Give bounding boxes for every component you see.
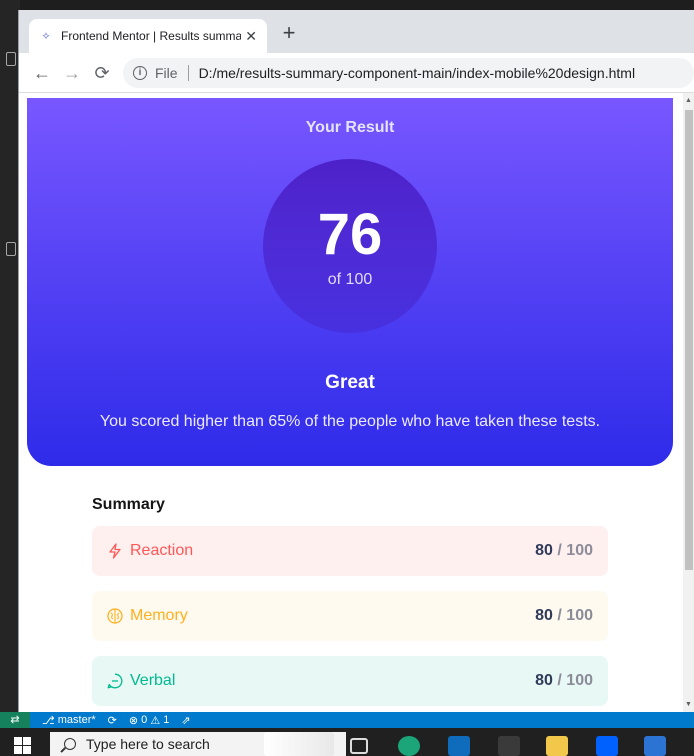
error-icon: ⊗ [128,714,142,727]
summary-label: Verbal [130,672,176,689]
result-description: You scored higher than 65% of the people… [99,413,601,430]
result-panel: Your Result 76 of 100 Great You scored h… [27,98,673,466]
divider [187,64,189,81]
summary-title: Summary [92,496,165,513]
extensions-icon[interactable] [6,242,16,256]
editor-activity-bar [0,0,20,712]
chat-icon [107,673,123,689]
summary-score: 80 / 100 [535,672,593,689]
edge-icon[interactable] [398,736,420,756]
windows-start-icon[interactable] [14,737,32,755]
summary-score: 80 / 100 [535,542,593,559]
live-share-icon[interactable]: ⇗ [181,714,190,727]
search-placeholder: Type here to search [86,736,210,752]
scroll-up-icon[interactable]: ▲ [685,97,692,104]
summary-label: Reaction [130,542,194,559]
url-text: D:/me/results-summary-component-main/ind… [198,64,636,81]
score-circle: 76 of 100 [263,159,437,333]
search-highlight-image [264,732,334,756]
file-explorer-icon[interactable] [546,736,568,756]
info-icon[interactable]: i [133,65,147,80]
summary-row-memory: Memory 80 / 100 [92,591,608,641]
branch-icon: ⎇ [42,714,58,727]
explorer-icon[interactable] [6,52,16,66]
tab-strip: ⟡ Frontend Mentor | Results summary comp… [19,10,694,53]
address-bar[interactable]: i File D:/me/results-summary-component-m… [123,57,694,88]
remote-icon[interactable]: ⇄ [0,712,30,728]
new-tab-button[interactable]: + [277,22,301,46]
lightning-icon [109,543,121,559]
tab-title: Frontend Mentor | Results summary compon… [61,29,241,43]
brain-icon [107,608,123,624]
dropbox-icon[interactable] [596,736,618,756]
browser-toolbar: ← → ⟳ i File D:/me/results-summary-compo… [19,53,694,93]
forward-button[interactable]: → [57,58,87,88]
scrollbar-thumb[interactable] [685,110,693,570]
problems-indicator[interactable]: ⊗ 0 ⚠ 1 [129,714,170,727]
task-view-icon[interactable] [350,738,368,754]
summary-label: Memory [130,607,188,624]
page-viewport: Your Result 76 of 100 Great You scored h… [19,93,684,712]
warning-icon: ⚠ [147,714,164,727]
summary-row-reaction: Reaction 80 / 100 [92,526,608,576]
browser-window: ⟡ Frontend Mentor | Results summary comp… [18,10,694,712]
scrollbar[interactable]: ▲ ▼ [683,93,694,712]
warning-count: 1 [163,714,170,726]
browser-tab[interactable]: ⟡ Frontend Mentor | Results summary comp… [29,19,267,53]
branch-name: master* [57,714,96,726]
summary-row-verbal: Verbal 80 / 100 [92,656,608,706]
store-icon[interactable] [644,736,666,756]
score-of: of 100 [327,271,373,288]
mail-icon[interactable] [448,736,470,756]
score-value: 76 [317,202,383,267]
result-title: Your Result [305,119,395,136]
sync-icon[interactable]: ⟳ [108,714,117,727]
taskbar: Type here to search [0,728,694,756]
favicon-icon: ⟡ [42,30,50,42]
app-icon[interactable] [498,736,520,756]
scroll-down-icon[interactable]: ▼ [685,701,692,708]
branch-indicator[interactable]: ⎇ master* [42,714,96,727]
file-label: File [155,64,178,81]
grade-label: Great [325,372,375,393]
close-tab-icon[interactable]: ✕ [245,28,257,45]
status-bar: ⇄ ⎇ master* ⟳ ⊗ 0 ⚠ 1 ⇗ [0,712,694,728]
search-icon [64,738,76,750]
reload-button[interactable]: ⟳ [87,58,117,88]
summary-score: 80 / 100 [535,607,593,624]
back-button[interactable]: ← [27,58,57,88]
